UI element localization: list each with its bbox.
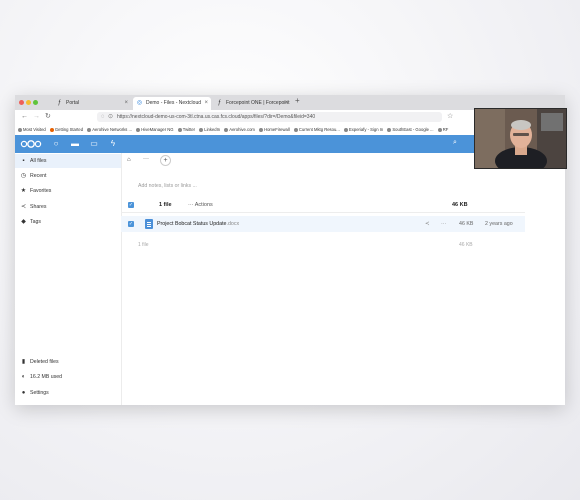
bookmark-icon: [87, 127, 92, 132]
back-arrow-icon[interactable]: ←: [21, 112, 28, 122]
url-input[interactable]: ◌ ⊙ https://nextcloud-demo-us-com-3tl.ct…: [97, 112, 442, 122]
bookmark-item[interactable]: SouthEast - Google ...: [387, 124, 434, 135]
reload-icon[interactable]: ↻: [45, 112, 51, 122]
more-icon: ···: [188, 202, 194, 208]
bookmark-star-icon[interactable]: ☆: [447, 112, 453, 120]
bookmark-icon: [224, 127, 229, 132]
bookmark-item[interactable]: Aerohive Networks ...: [87, 124, 132, 135]
select-all-checkbox[interactable]: ✓: [128, 202, 134, 208]
bookmark-icon: [259, 127, 264, 132]
new-tab-button[interactable]: +: [295, 96, 300, 105]
share-icon[interactable]: ≺: [425, 216, 429, 232]
bookmark-icon: [387, 127, 392, 132]
tab-nextcloud[interactable]: ◎ Demo - Files - Nextcloud ×: [133, 97, 211, 110]
bookmark-icon: [437, 127, 442, 132]
sidebar-item-recent[interactable]: ◷ Recent: [15, 169, 121, 183]
add-button[interactable]: +: [160, 155, 171, 166]
pie-icon: ◐: [21, 374, 26, 380]
sidebar-item-deleted-files[interactable]: ▮ Deleted files: [15, 355, 121, 369]
f-icon: ƒ: [57, 100, 62, 106]
trash-icon: ▮: [21, 359, 26, 365]
bolt-icon[interactable]: ϟ: [108, 139, 118, 149]
presenter-video-frame: [475, 109, 566, 168]
forward-arrow-icon[interactable]: →: [33, 112, 40, 122]
folder-icon[interactable]: ▬: [70, 139, 80, 149]
tab-forcepoint[interactable]: ƒ Forcepoint ONE | Forcepoint ×: [213, 97, 291, 110]
more-icon[interactable]: ···: [441, 216, 446, 232]
storage-usage: ◐ 16.2 MB used: [15, 370, 121, 384]
bookmark-item[interactable]: Most Visited: [18, 124, 46, 135]
sidebar-item-all-files[interactable]: ▪ All files: [15, 154, 121, 168]
bookmark-item[interactable]: HomeFirewall: [259, 124, 290, 135]
close-icon[interactable]: ×: [284, 97, 288, 110]
bookmark-item[interactable]: Twitter: [177, 124, 195, 135]
close-icon[interactable]: ×: [124, 97, 128, 110]
sidebar-item-favorites[interactable]: ★ Favorites: [15, 184, 121, 198]
nextcloud-logo[interactable]: [20, 140, 42, 148]
shield-icon: ◌: [101, 114, 105, 120]
star-icon: ★: [20, 188, 27, 194]
circle-icon[interactable]: ○: [51, 139, 61, 149]
tab-label: Portal: [66, 100, 80, 106]
bookmark-item[interactable]: Current Mktg Resou...: [293, 124, 340, 135]
tab-portal[interactable]: ƒ Portal ×: [53, 97, 131, 110]
bookmark-item[interactable]: Getting Started: [49, 124, 83, 135]
bookmark-item[interactable]: LinkedIn: [199, 124, 220, 135]
bookmark-icon: [293, 127, 298, 132]
sidebar-item-shares[interactable]: ≺ Shares: [15, 200, 121, 214]
total-size: 46 KB: [452, 202, 468, 208]
summary-count: 1 file: [138, 242, 149, 248]
row-checkbox[interactable]: ✓: [128, 221, 134, 227]
notes-input[interactable]: Add notes, lists or links ...: [138, 183, 197, 189]
tab-label: Demo - Files - Nextcloud: [146, 100, 202, 106]
files-sidebar: ▪ All files ◷ Recent ★ Favorites ≺ Share…: [15, 153, 122, 405]
search-icon[interactable]: ⌕: [453, 139, 457, 147]
table-row[interactable]: ✓ Project Bobcat Status Update.docx ≺ ··…: [121, 216, 525, 232]
maximize-window-button[interactable]: [33, 100, 38, 105]
bookmark-item[interactable]: RF: [437, 124, 448, 135]
sidebar-item-settings[interactable]: ● Settings: [15, 386, 121, 400]
file-name[interactable]: Project Bobcat Status Update.docx: [157, 216, 239, 232]
minimize-window-button[interactable]: [26, 100, 31, 105]
nextcloud-header: ○ ▬ ▭ ϟ ⌕: [15, 135, 475, 153]
tag-icon: ◆: [21, 219, 26, 225]
bookmark-icon: [136, 127, 141, 132]
share-icon: ≺: [20, 204, 27, 210]
file-list-header: ✓ 1 file ··· Actions 46 KB: [121, 198, 525, 213]
sidebar-item-tags[interactable]: ◆ Tags: [15, 215, 121, 229]
file-count: 1 file: [159, 202, 172, 208]
bookmark-item[interactable]: Aerohive.com: [224, 124, 255, 135]
bookmark-icon: [343, 127, 348, 132]
image-icon[interactable]: ▭: [89, 139, 99, 149]
lock-icon: ⊙: [108, 114, 114, 120]
document-icon: [145, 219, 153, 229]
bookmark-item[interactable]: Experiafy - Sign In: [343, 124, 383, 135]
summary-size: 46 KB: [459, 242, 473, 248]
url-text: https://nextcloud-demo-us-com-3tl.ctna.u…: [117, 114, 316, 120]
webcam-video: [474, 108, 567, 169]
tab-label: Forcepoint ONE | Forcepoint: [226, 100, 290, 106]
bookmark-icon: [199, 127, 204, 132]
clock-icon: ◷: [20, 173, 27, 179]
home-icon[interactable]: ⌂: [127, 157, 131, 163]
close-window-button[interactable]: [19, 100, 24, 105]
actions-menu[interactable]: ··· Actions: [188, 198, 213, 212]
breadcrumb-more-button[interactable]: ···: [143, 156, 149, 162]
folder-icon: ▪: [22, 158, 25, 164]
bookmark-icon: [18, 127, 22, 132]
gear-icon: ●: [21, 390, 26, 396]
f-icon: ƒ: [217, 100, 222, 106]
file-size: 46 KB: [459, 221, 474, 227]
bookmark-item[interactable]: HiveManager NG: [136, 124, 174, 135]
file-modified: 2 years ago: [485, 221, 513, 227]
bookmark-icon: [177, 127, 182, 132]
firefox-icon: [49, 127, 54, 132]
nextcloud-icon: ◎: [136, 100, 143, 106]
file-list-summary: 1 file 46 KB: [121, 238, 525, 252]
files-main: ⌂ ··· + Add notes, lists or links ... ✓ …: [121, 153, 525, 405]
close-icon[interactable]: ×: [204, 97, 208, 110]
